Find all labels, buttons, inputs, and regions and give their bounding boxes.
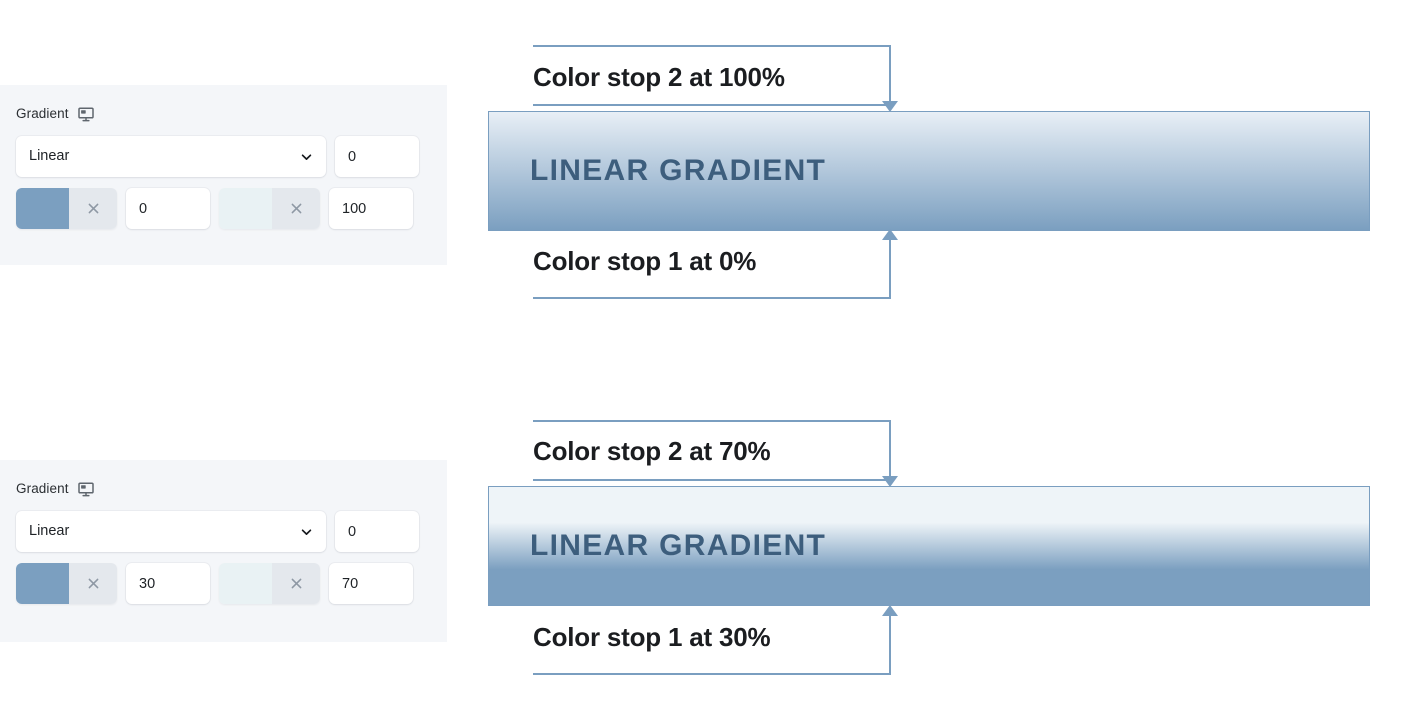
gradient-type-row: Linear 0 [16, 136, 431, 177]
preview-canvas: Color stop 2 at 100% LINEAR GRADIENT Col… [464, 0, 1417, 715]
gradient-type-value: Linear [29, 523, 70, 539]
close-icon [291, 578, 301, 589]
annotation-label: Color stop 2 at 100% [533, 62, 785, 92]
color-stop-1-position-input[interactable]: 30 [126, 563, 210, 604]
color-stop-2-swatch[interactable] [219, 563, 272, 604]
gradient-panel-1: Gradient Linear 0 0 100 [0, 85, 447, 265]
panel-header: Gradient [16, 480, 431, 498]
gradient-type-select[interactable]: Linear [16, 136, 326, 177]
gradient-panel-2: Gradient Linear 0 30 70 [0, 460, 447, 642]
gradient-label: Gradient [16, 106, 69, 121]
annotation-vline [889, 240, 891, 298]
color-stop-1-clear-button[interactable] [69, 563, 117, 604]
annotation-label: Color stop 1 at 0% [533, 246, 757, 276]
close-icon [291, 203, 301, 214]
annotation-top-rule [533, 420, 891, 422]
annotation-colorstop2-70: Color stop 2 at 70% [533, 420, 898, 487]
gradient-preview-1: LINEAR GRADIENT [488, 111, 1370, 231]
color-stop-2-clear-button[interactable] [272, 563, 320, 604]
annotation-vline [889, 45, 891, 103]
color-stop-2-group [219, 188, 320, 229]
gradient-type-select[interactable]: Linear [16, 511, 326, 552]
color-stop-2-group [219, 563, 320, 604]
color-stop-1-group [16, 563, 117, 604]
monitor-icon[interactable] [77, 106, 94, 122]
gradient-type-row: Linear 0 [16, 511, 431, 552]
color-stop-1-position-input[interactable]: 0 [126, 188, 210, 229]
annotation-top-rule [533, 45, 891, 47]
annotation-bottom-rule [533, 297, 891, 299]
gradient-stops-row: 30 70 [16, 563, 431, 604]
gradient-label: Gradient [16, 481, 69, 496]
close-icon [88, 578, 98, 589]
arrow-up-icon [882, 229, 898, 240]
color-stop-2-clear-button[interactable] [272, 188, 320, 229]
settings-sidebar: Gradient Linear 0 0 100 Gradient Linear … [0, 0, 464, 715]
annotation-label: Color stop 2 at 70% [533, 436, 771, 466]
chevron-down-icon [300, 150, 313, 163]
gradient-type-value: Linear [29, 148, 70, 164]
gradient-preview-1-text: LINEAR GRADIENT [530, 154, 827, 187]
chevron-down-icon [300, 525, 313, 538]
color-stop-1-clear-button[interactable] [69, 188, 117, 229]
color-stop-1-group [16, 188, 117, 229]
annotation-colorstop2-100: Color stop 2 at 100% [533, 45, 898, 112]
panel-header: Gradient [16, 105, 431, 123]
annotation-vline [889, 616, 891, 674]
gradient-angle-input[interactable]: 0 [335, 511, 419, 552]
arrow-up-icon [882, 605, 898, 616]
color-stop-1-swatch[interactable] [16, 188, 69, 229]
gradient-preview-2-text: LINEAR GRADIENT [530, 529, 827, 562]
gradient-angle-input[interactable]: 0 [335, 136, 419, 177]
gradient-preview-2: LINEAR GRADIENT [488, 486, 1370, 606]
color-stop-1-swatch[interactable] [16, 563, 69, 604]
close-icon [88, 203, 98, 214]
annotation-label: Color stop 1 at 30% [533, 622, 771, 652]
monitor-icon[interactable] [77, 481, 94, 497]
color-stop-2-position-input[interactable]: 100 [329, 188, 413, 229]
annotation-colorstop1-0: Color stop 1 at 0% [533, 229, 898, 299]
annotation-bottom-rule [533, 104, 891, 106]
annotation-colorstop1-30: Color stop 1 at 30% [533, 605, 898, 675]
color-stop-2-swatch[interactable] [219, 188, 272, 229]
gradient-stops-row: 0 100 [16, 188, 431, 229]
annotation-bottom-rule [533, 479, 891, 481]
annotation-vline [889, 420, 891, 478]
annotation-bottom-rule [533, 673, 891, 675]
color-stop-2-position-input[interactable]: 70 [329, 563, 413, 604]
